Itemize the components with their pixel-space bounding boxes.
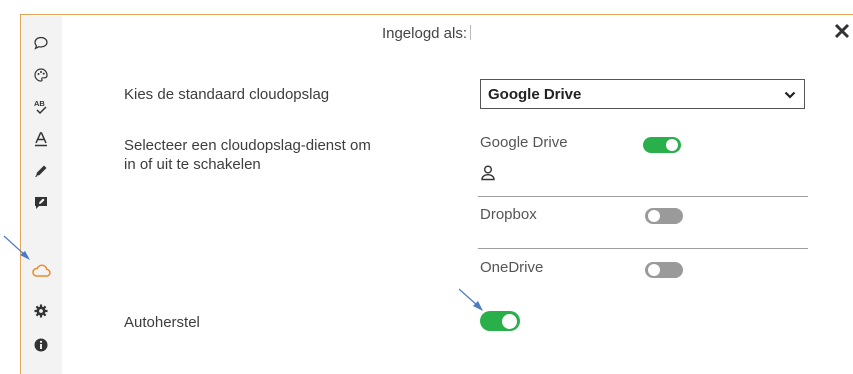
- info-icon[interactable]: [30, 334, 52, 356]
- default-storage-label: Kies de standaard cloudopslag: [124, 86, 330, 103]
- settings-dialog: AB Ingelogd als: Kies de standaard cloud…: [0, 0, 853, 374]
- service-name-google-drive: Google Drive: [480, 134, 568, 151]
- annotation-arrow-icon: [3, 235, 30, 260]
- dialog-border-top: [20, 14, 853, 15]
- chevron-down-icon: [784, 91, 796, 99]
- spellcheck-icon[interactable]: AB: [30, 96, 52, 118]
- divider: [478, 196, 808, 197]
- username-placeholder: [470, 25, 472, 40]
- toggle-knob: [648, 264, 660, 276]
- dialog-border-left: [20, 14, 21, 374]
- sidebar: AB: [22, 16, 62, 374]
- palette-icon[interactable]: [30, 64, 52, 86]
- text-style-icon[interactable]: [30, 128, 52, 150]
- default-storage-select[interactable]: Google Drive: [480, 79, 805, 109]
- divider: [478, 248, 808, 249]
- autorecover-toggle[interactable]: [480, 311, 520, 331]
- default-storage-value: Google Drive: [488, 86, 582, 103]
- autorecover-label: Autoherstel: [124, 314, 200, 331]
- service-name-onedrive: OneDrive: [480, 259, 544, 276]
- svg-text:AB: AB: [34, 99, 45, 108]
- service-name-dropbox: Dropbox: [480, 206, 537, 223]
- google-drive-toggle[interactable]: [643, 137, 681, 153]
- toggle-knob: [502, 313, 517, 329]
- toggle-knob: [666, 139, 678, 151]
- gear-icon[interactable]: [30, 300, 52, 322]
- logged-in-label: Ingelogd als:: [381, 25, 468, 42]
- account-icon[interactable]: [480, 164, 496, 182]
- toggle-services-label-line1: Selecteer een cloudopslag-dienst om: [124, 137, 371, 154]
- comment-edit-icon[interactable]: [30, 192, 52, 214]
- toggle-knob: [648, 210, 660, 222]
- dropbox-toggle[interactable]: [645, 208, 683, 224]
- logged-in-header: Ingelogd als:: [0, 25, 853, 42]
- toggle-services-label-line2: in of uit te schakelen: [124, 156, 261, 173]
- pencil-icon[interactable]: [30, 160, 52, 182]
- onedrive-toggle[interactable]: [645, 262, 683, 278]
- toggle-services-label: Selecteer een cloudopslag-dienst om in o…: [124, 136, 371, 174]
